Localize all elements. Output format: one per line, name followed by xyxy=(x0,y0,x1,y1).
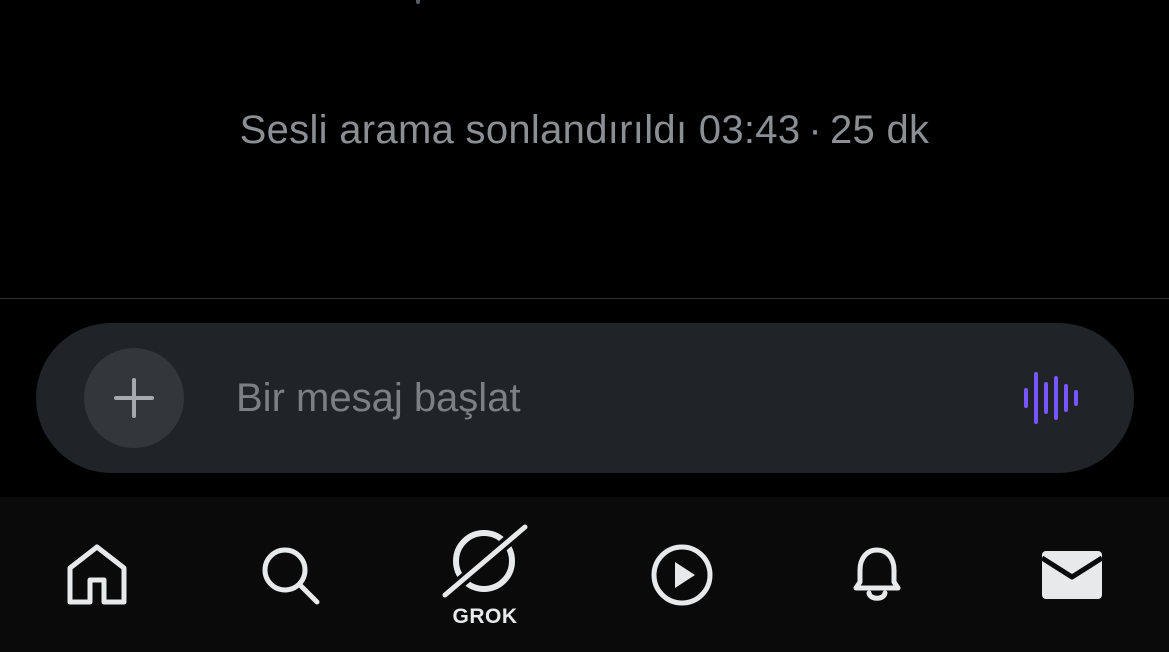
message-composer xyxy=(36,323,1134,473)
nav-messages[interactable] xyxy=(1012,497,1132,652)
nav-notifications[interactable] xyxy=(817,497,937,652)
dm-conversation-screen: Sesli arama sonlandırıldı 03:43·25 dk xyxy=(0,0,1169,652)
add-attachment-button[interactable] xyxy=(84,348,184,448)
play-icon xyxy=(651,544,713,605)
bottom-navigation-bar: GROK xyxy=(0,497,1169,652)
voice-message-button[interactable] xyxy=(1020,368,1084,428)
nav-grok[interactable]: GROK xyxy=(425,497,545,652)
bell-icon xyxy=(853,547,901,601)
grok-label: GROK xyxy=(452,604,518,628)
home-icon xyxy=(67,544,127,604)
search-icon xyxy=(262,547,320,604)
call-status-text: Sesli arama sonlandırıldı 03:43 xyxy=(239,108,801,152)
call-time-ago: 25 dk xyxy=(830,108,930,152)
mail-icon xyxy=(1040,550,1104,599)
previous-message-fragment xyxy=(416,0,420,4)
nav-home[interactable] xyxy=(37,497,157,652)
grok-icon xyxy=(437,520,533,603)
nav-search[interactable] xyxy=(230,497,350,652)
nav-videos[interactable] xyxy=(622,497,742,652)
plus-icon xyxy=(114,378,154,418)
call-ended-status: Sesli arama sonlandırıldı 03:43 · 25 dk xyxy=(0,108,1169,153)
composer-divider xyxy=(0,298,1169,299)
message-input[interactable] xyxy=(236,363,976,433)
status-separator: · xyxy=(808,108,822,152)
audio-waveform-icon xyxy=(1024,372,1078,424)
